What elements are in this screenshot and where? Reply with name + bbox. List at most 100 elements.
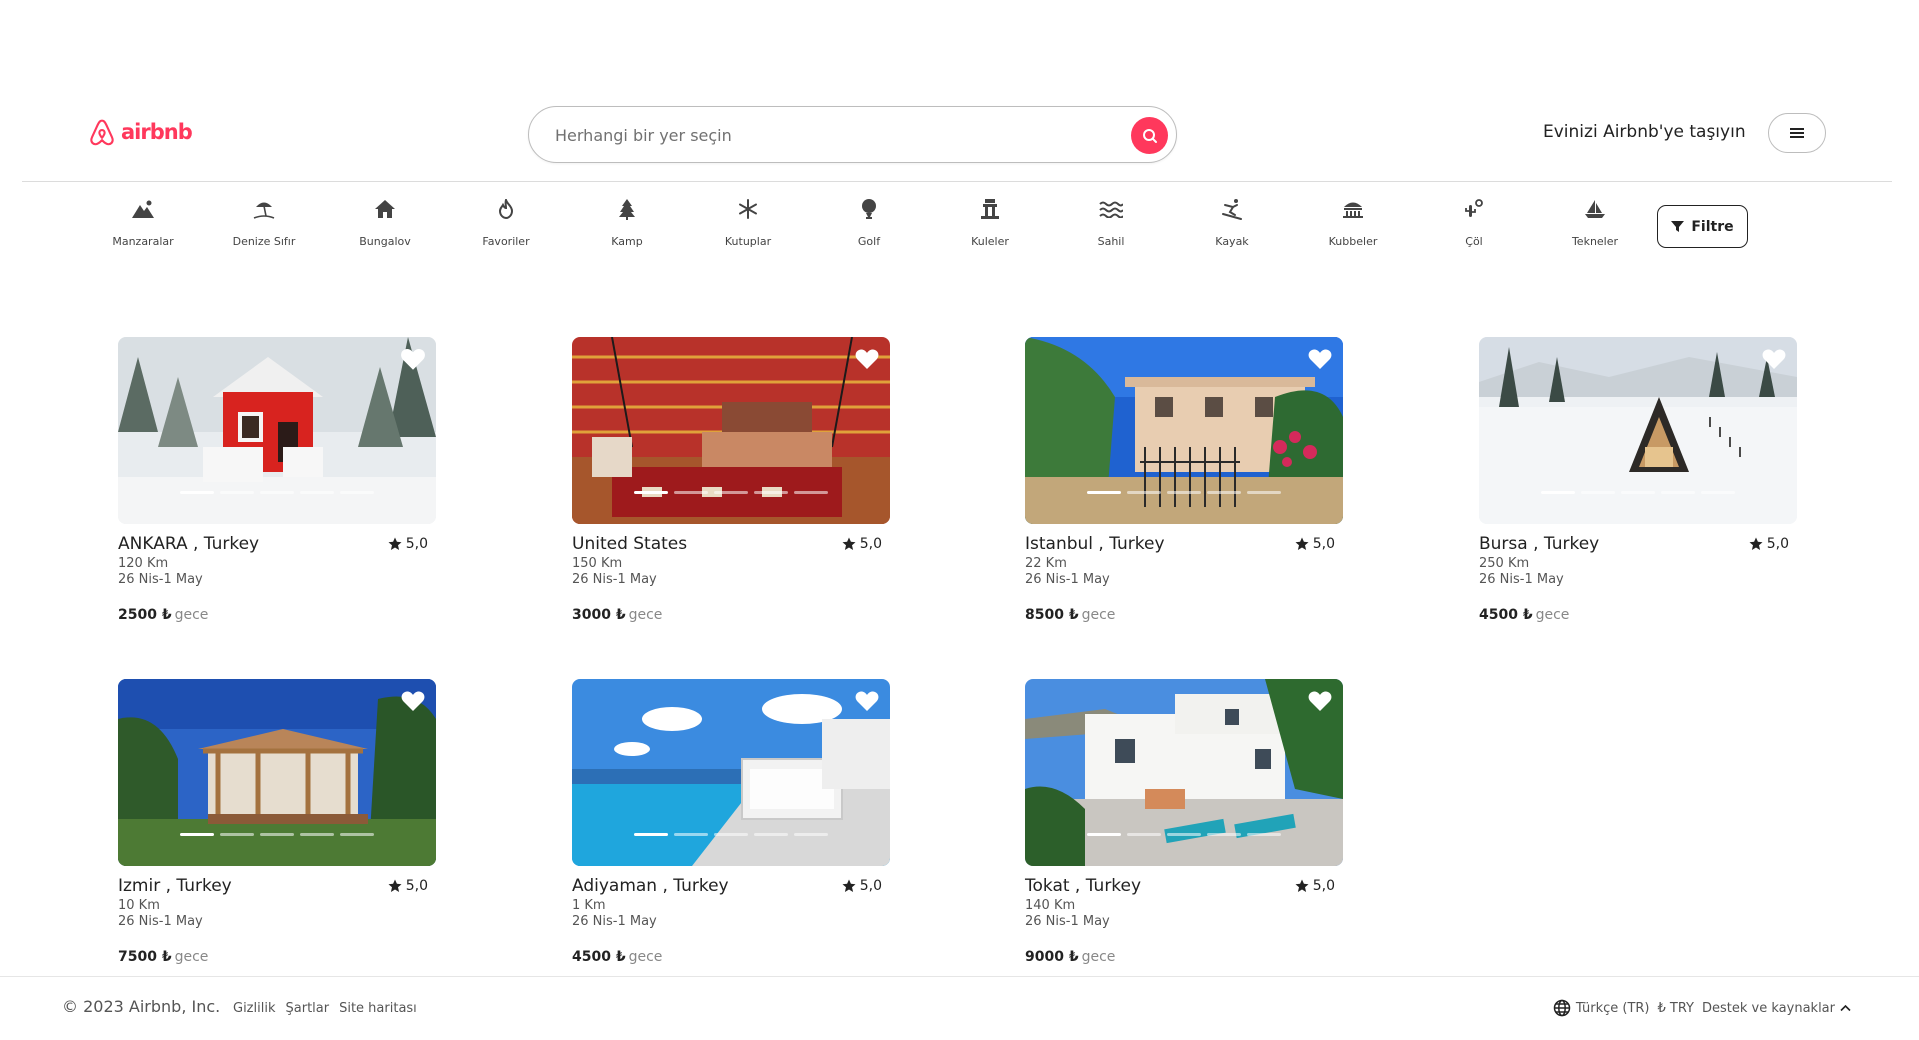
dome-icon	[1343, 202, 1363, 218]
listing-title: Izmir , Turkey	[118, 876, 232, 896]
listing-image[interactable]	[118, 337, 436, 524]
listing-card[interactable]: ANKARA , Turkey 5,0 120 Km 26 Nis-1 May …	[118, 337, 436, 637]
category-label: Denize Sıfır	[232, 235, 296, 248]
language-selector[interactable]: Türkçe (TR)	[1553, 999, 1650, 1017]
terms-link[interactable]: Şartlar	[286, 1001, 330, 1016]
search-icon	[1142, 128, 1157, 143]
listing-dates: 26 Nis-1 May	[1025, 914, 1110, 929]
category-kamp[interactable]: Kamp	[577, 196, 677, 256]
listing-distance: 10 Km	[118, 898, 160, 913]
star-icon	[388, 537, 402, 550]
image-carousel-dots	[572, 833, 890, 836]
footer-links: Gizlilik Şartlar Site haritası	[233, 1001, 417, 1016]
star-icon	[1295, 879, 1309, 892]
red-cabin-in-snow-image	[118, 337, 436, 524]
language-label: Türkçe (TR)	[1575, 1000, 1650, 1016]
listing-card[interactable]: Izmir , Turkey 5,0 10 Km 26 Nis-1 May 75…	[118, 679, 436, 979]
category-kuleler[interactable]: Kuleler	[940, 196, 1040, 256]
image-carousel-dots	[1025, 491, 1343, 494]
filter-button[interactable]: Filtre	[1657, 205, 1748, 248]
category-bar: Manzaralar Denize Sıfır Bungalov Favoril…	[0, 190, 1919, 260]
listing-image[interactable]	[118, 679, 436, 866]
fire-icon	[498, 199, 514, 219]
price-unit: gece	[1081, 949, 1116, 965]
image-carousel-dots	[118, 833, 436, 836]
listing-image[interactable]	[572, 679, 890, 866]
listing-dates: 26 Nis-1 May	[572, 914, 657, 929]
footer-settings: Türkçe (TR) ₺ TRY Destek ve kaynaklar	[1553, 999, 1851, 1017]
tree-icon	[619, 199, 635, 220]
listing-image[interactable]	[1025, 679, 1343, 866]
heart-icon[interactable]	[1307, 347, 1333, 371]
price-unit: gece	[1535, 607, 1570, 623]
search-bar[interactable]	[528, 106, 1177, 163]
category-denize-sifir[interactable]: Denize Sıfır	[214, 196, 314, 256]
support-label: Destek ve kaynaklar	[1702, 1000, 1835, 1016]
airbnb-logo[interactable]: airbnb	[88, 117, 193, 147]
listing-card[interactable]: Bursa , Turkey 5,0 250 Km 26 Nis-1 May 4…	[1479, 337, 1797, 637]
category-col[interactable]: Çöl	[1424, 196, 1524, 256]
listing-rating: 5,0	[1749, 536, 1789, 552]
snowflake-icon	[739, 199, 757, 219]
rating-value: 5,0	[1312, 878, 1335, 894]
category-kubbeler[interactable]: Kubbeler	[1303, 196, 1403, 256]
listing-image[interactable]	[1479, 337, 1797, 524]
listing-rating: 5,0	[1295, 878, 1335, 894]
category-label: Golf	[857, 235, 881, 248]
listing-distance: 1 Km	[572, 898, 606, 913]
category-kutuplar[interactable]: Kutuplar	[698, 196, 798, 256]
listing-card[interactable]: Adiyaman , Turkey 5,0 1 Km 26 Nis-1 May …	[572, 679, 890, 979]
category-label: Kayak	[1215, 235, 1249, 248]
listing-title: Istanbul , Turkey	[1025, 534, 1165, 554]
filter-icon	[1671, 221, 1685, 232]
currency-selector[interactable]: ₺ TRY	[1658, 1001, 1695, 1016]
support-resources-button[interactable]: Destek ve kaynaklar	[1702, 1001, 1851, 1016]
heart-icon[interactable]	[400, 689, 426, 713]
price-value: 8500 ₺	[1025, 607, 1079, 623]
privacy-link[interactable]: Gizlilik	[233, 1001, 276, 1016]
star-icon	[388, 879, 402, 892]
heart-icon[interactable]	[854, 347, 880, 371]
host-your-home-link[interactable]: Evinizi Airbnb'ye taşıyın	[1543, 122, 1746, 142]
search-input[interactable]	[555, 121, 1095, 149]
listing-image[interactable]	[1025, 337, 1343, 524]
category-sahil[interactable]: Sahil	[1061, 196, 1161, 256]
category-tekneler[interactable]: Tekneler	[1545, 196, 1645, 256]
listing-price: 2500 ₺ gece	[118, 607, 208, 623]
listing-price: 4500 ₺ gece	[1479, 607, 1569, 623]
heart-icon[interactable]	[1307, 689, 1333, 713]
category-bungalov[interactable]: Bungalov	[335, 196, 435, 256]
search-button[interactable]	[1131, 117, 1168, 154]
airbnb-logo-icon	[90, 119, 114, 146]
price-unit: gece	[174, 949, 209, 965]
user-menu-button[interactable]	[1768, 113, 1826, 153]
category-golf[interactable]: Golf	[819, 196, 919, 256]
listing-title: ANKARA , Turkey	[118, 534, 260, 554]
listing-title: Tokat , Turkey	[1025, 876, 1142, 896]
heart-icon[interactable]	[400, 347, 426, 371]
listing-card[interactable]: Istanbul , Turkey 5,0 22 Km 26 Nis-1 May…	[1025, 337, 1343, 637]
listing-image[interactable]	[572, 337, 890, 524]
listing-price: 4500 ₺ gece	[572, 949, 662, 965]
red-tent-bedroom-image	[572, 337, 890, 524]
listing-title: Bursa , Turkey	[1479, 534, 1600, 554]
copyright-text: © 2023 Airbnb, Inc.	[62, 997, 221, 1016]
listing-card[interactable]: United States 5,0 150 Km 26 Nis-1 May 30…	[572, 337, 890, 637]
listing-price: 3000 ₺ gece	[572, 607, 662, 623]
category-favoriler[interactable]: Favoriler	[456, 196, 556, 256]
skiing-icon	[1222, 199, 1242, 220]
category-label: Kamp	[611, 235, 643, 248]
heart-icon[interactable]	[1761, 347, 1787, 371]
listing-distance: 120 Km	[118, 556, 169, 571]
sitemap-link[interactable]: Site haritası	[339, 1001, 417, 1016]
price-value: 9000 ₺	[1025, 949, 1079, 965]
price-value: 4500 ₺	[572, 949, 626, 965]
garden-pergola-house-image	[118, 679, 436, 866]
heart-icon[interactable]	[854, 689, 880, 713]
category-manzaralar[interactable]: Manzaralar	[93, 196, 193, 256]
hamburger-icon	[1790, 128, 1804, 138]
category-kayak[interactable]: Kayak	[1182, 196, 1282, 256]
listing-card[interactable]: Tokat , Turkey 5,0 140 Km 26 Nis-1 May 9…	[1025, 679, 1343, 979]
listing-price: 9000 ₺ gece	[1025, 949, 1115, 965]
rating-value: 5,0	[859, 878, 882, 894]
